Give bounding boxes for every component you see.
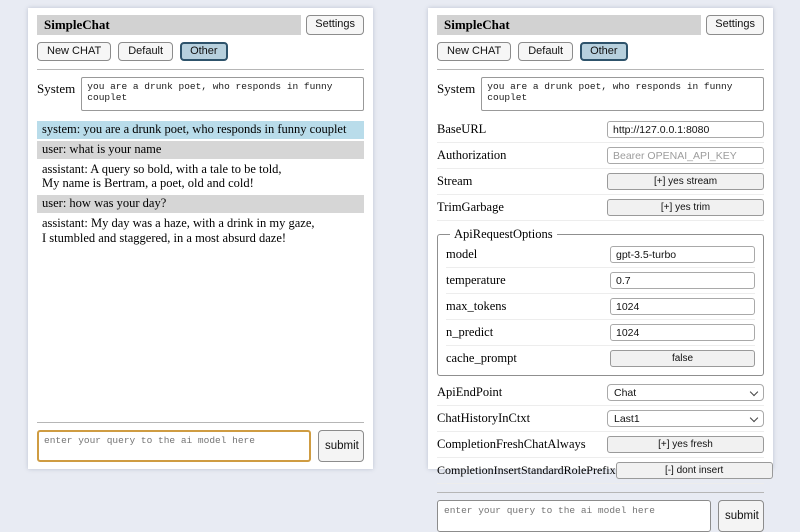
setting-row-baseurl: BaseURL [437,117,764,143]
cache-prompt-label: cache_prompt [446,351,517,366]
submit-button[interactable]: submit [718,500,764,532]
query-bar: submit [37,414,364,462]
setting-row-completion-insert-standard-role-prefix: CompletionInsertStandardRolePrefix [-] d… [437,458,764,484]
divider [437,492,764,493]
setting-row-completion-fresh-chat-always: CompletionFreshChatAlways [+] yes fresh [437,432,764,458]
api-endpoint-selected-value: Chat [614,387,636,399]
max-tokens-input[interactable] [610,298,755,315]
session-toolbar: New CHAT Default Other [437,42,764,61]
baseurl-input[interactable] [607,121,764,138]
new-chat-button[interactable]: New CHAT [37,42,111,61]
max-tokens-label: max_tokens [446,299,506,314]
query-bar: submit [437,484,764,532]
n-predict-label: n_predict [446,325,493,340]
api-endpoint-select[interactable]: Chat [607,384,764,401]
session-tab-other[interactable]: Other [180,42,228,61]
chat-message-user: user: how was your day? [37,195,364,213]
chat-message-assistant: assistant: My day was a haze, with a dri… [37,215,364,248]
completion-fresh-chat-toggle-button[interactable]: [+] yes fresh [607,436,764,453]
settings-panel-header: SimpleChat Settings [437,15,764,35]
temperature-label: temperature [446,273,506,288]
query-input[interactable] [437,500,711,532]
system-prompt-label: System [437,77,475,97]
new-chat-button[interactable]: New CHAT [437,42,511,61]
setting-row-authorization: Authorization [437,143,764,169]
divider [37,69,364,70]
chat-message-system: system: you are a drunk poet, who respon… [37,121,364,139]
chat-history-selected-value: Last1 [614,413,640,425]
chevron-down-icon [750,413,758,421]
trimgarbage-label: TrimGarbage [437,200,504,215]
baseurl-label: BaseURL [437,122,486,137]
settings-form: BaseURL Authorization Stream [+] yes str… [437,117,764,484]
settings-panel: SimpleChat Settings New CHAT Default Oth… [428,8,773,469]
system-prompt-label: System [37,77,75,97]
chat-history-in-ctxt-select[interactable]: Last1 [607,410,764,427]
api-request-options-fieldset: ApiRequestOptions model temperature max_… [437,227,764,376]
setting-row-n-predict: n_predict [446,320,755,346]
model-label: model [446,247,477,262]
chat-message-assistant: assistant: A query so bold, with a tale … [37,161,364,194]
setting-row-temperature: temperature [446,268,755,294]
stream-toggle-button[interactable]: [+] yes stream [607,173,764,190]
divider [437,69,764,70]
completion-fresh-chat-always-label: CompletionFreshChatAlways [437,437,586,452]
n-predict-input[interactable] [610,324,755,341]
setting-row-model: model [446,242,755,268]
temperature-input[interactable] [610,272,755,289]
system-prompt-input[interactable]: you are a drunk poet, who responds in fu… [481,77,764,111]
authorization-input[interactable] [607,147,764,164]
setting-row-stream: Stream [+] yes stream [437,169,764,195]
app-title: SimpleChat [44,17,110,33]
chat-message-list: system: you are a drunk poet, who respon… [37,121,364,414]
app-title: SimpleChat [444,17,510,33]
system-prompt-input[interactable]: you are a drunk poet, who responds in fu… [81,77,364,111]
chevron-down-icon [750,387,758,395]
app-titlebar: SimpleChat [37,15,301,35]
stream-label: Stream [437,174,472,189]
app-titlebar: SimpleChat [437,15,701,35]
query-input[interactable] [37,430,311,462]
completion-insert-standard-role-prefix-label: CompletionInsertStandardRolePrefix [437,463,616,478]
system-prompt-row: System you are a drunk poet, who respond… [37,77,364,111]
setting-row-cache-prompt: cache_prompt false [446,346,755,371]
setting-row-chat-history-in-ctxt: ChatHistoryInCtxt Last1 [437,406,764,432]
chat-panel-header: SimpleChat Settings [37,15,364,35]
divider [37,422,364,423]
session-tab-default[interactable]: Default [118,42,173,61]
authorization-label: Authorization [437,148,506,163]
system-prompt-row: System you are a drunk poet, who respond… [437,77,764,111]
session-tab-default[interactable]: Default [518,42,573,61]
cache-prompt-toggle-button[interactable]: false [610,350,755,367]
completion-insert-role-prefix-toggle-button[interactable]: [-] dont insert [616,462,773,479]
settings-button[interactable]: Settings [706,15,764,35]
session-toolbar: New CHAT Default Other [37,42,364,61]
model-input[interactable] [610,246,755,263]
chat-message-user: user: what is your name [37,141,364,159]
chat-panel: SimpleChat Settings New CHAT Default Oth… [28,8,373,469]
api-request-options-legend: ApiRequestOptions [450,227,557,242]
setting-row-max-tokens: max_tokens [446,294,755,320]
settings-button[interactable]: Settings [306,15,364,35]
setting-row-trimgarbage: TrimGarbage [+] yes trim [437,195,764,221]
api-endpoint-label: ApiEndPoint [437,385,502,400]
setting-row-api-endpoint: ApiEndPoint Chat [437,380,764,406]
chat-history-in-ctxt-label: ChatHistoryInCtxt [437,411,530,426]
submit-button[interactable]: submit [318,430,364,462]
trimgarbage-toggle-button[interactable]: [+] yes trim [607,199,764,216]
session-tab-other[interactable]: Other [580,42,628,61]
